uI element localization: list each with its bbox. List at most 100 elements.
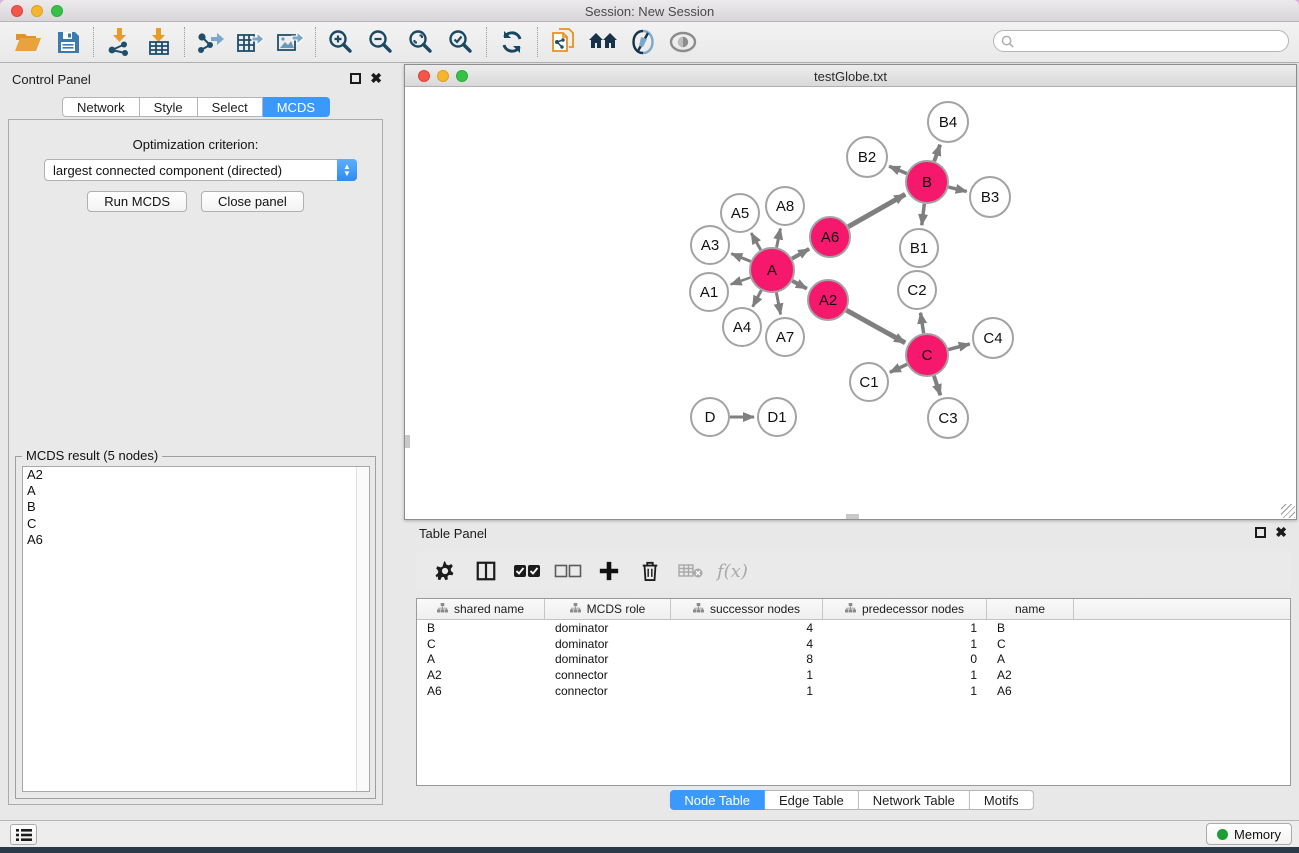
table-cell[interactable]: 0	[823, 652, 987, 666]
zoom-fit-icon[interactable]	[401, 25, 441, 59]
table-cell[interactable]: 1	[823, 684, 987, 698]
graph-node-B1[interactable]: B1	[900, 229, 938, 267]
table-cell[interactable]: 4	[671, 637, 823, 651]
graph-node-D1[interactable]: D1	[758, 398, 796, 436]
graph-edge-B-B4[interactable]	[934, 145, 940, 162]
show-column-icon[interactable]	[467, 555, 504, 587]
column-header-MCDS-role[interactable]: MCDS role	[545, 599, 671, 619]
column-header-predecessor-nodes[interactable]: predecessor nodes	[823, 599, 987, 619]
graph-edge-A6-B[interactable]	[848, 194, 905, 226]
table-cell[interactable]: dominator	[545, 652, 671, 666]
table-cell[interactable]: dominator	[545, 637, 671, 651]
graph-edge-C-C1[interactable]	[890, 364, 907, 372]
graph-edge-A-A4[interactable]	[753, 290, 762, 306]
table-cell[interactable]: A2	[987, 668, 1074, 682]
graph-node-C3[interactable]: C3	[928, 398, 968, 438]
graph-node-B2[interactable]: B2	[847, 137, 887, 177]
table-row[interactable]: A2connector11A2	[417, 667, 1290, 683]
table-cell[interactable]: A6	[417, 684, 545, 698]
close-table-panel-icon[interactable]: ✖	[1275, 527, 1287, 538]
graph-node-C4[interactable]: C4	[973, 318, 1013, 358]
import-table-icon[interactable]	[139, 25, 179, 59]
graph-edge-A-A8[interactable]	[777, 229, 781, 248]
graph-node-C[interactable]: C	[906, 334, 948, 376]
table-row[interactable]: Bdominator41B	[417, 620, 1290, 636]
graph-node-B4[interactable]: B4	[928, 102, 968, 142]
network-graph[interactable]: B4B2BB3A5A8A6A3B1AC2A1A2A4A7C4CC1C3DD1	[405, 87, 1296, 519]
table-cell[interactable]: 1	[671, 684, 823, 698]
tab-network-table[interactable]: Network Table	[859, 790, 970, 810]
tab-node-table[interactable]: Node Table	[669, 790, 765, 810]
table-cell[interactable]: dominator	[545, 621, 671, 635]
save-session-icon[interactable]	[48, 25, 88, 59]
mcds-result-item[interactable]: C	[23, 516, 369, 532]
search-input[interactable]	[1014, 34, 1288, 48]
export-network-icon[interactable]	[190, 25, 230, 59]
tab-network[interactable]: Network	[62, 97, 140, 117]
search-field[interactable]	[993, 30, 1289, 52]
vertical-scroll-nub[interactable]	[405, 435, 410, 448]
select-all-checkboxes-icon[interactable]	[508, 555, 545, 587]
graph-node-A5[interactable]: A5	[721, 194, 759, 232]
graph-edge-A-A5[interactable]	[751, 233, 760, 250]
graph-edge-C-C3[interactable]	[934, 376, 940, 395]
graph-edge-C-C4[interactable]	[948, 344, 969, 350]
table-cell[interactable]: A	[987, 652, 1074, 666]
table-cell[interactable]: A2	[417, 668, 545, 682]
memory-button[interactable]: Memory	[1206, 823, 1292, 845]
float-panel-icon[interactable]	[350, 73, 361, 84]
import-network-icon[interactable]	[99, 25, 139, 59]
table-cell[interactable]: 8	[671, 652, 823, 666]
delete-column-icon[interactable]	[631, 555, 668, 587]
hide-annotations-icon[interactable]	[623, 25, 663, 59]
table-row[interactable]: Adominator80A	[417, 651, 1290, 667]
graph-edge-A-A3[interactable]	[731, 254, 750, 262]
table-cell[interactable]: 1	[823, 637, 987, 651]
table-cell[interactable]: C	[987, 637, 1074, 651]
table-row[interactable]: A6connector11A6	[417, 683, 1290, 699]
tab-motifs[interactable]: Motifs	[970, 790, 1034, 810]
export-image-icon[interactable]	[270, 25, 310, 59]
graph-node-A7[interactable]: A7	[766, 318, 804, 356]
graph-edge-B-B3[interactable]	[948, 187, 966, 191]
table-cell[interactable]: C	[417, 637, 545, 651]
export-table-icon[interactable]	[230, 25, 270, 59]
graph-node-A2[interactable]: A2	[808, 280, 848, 320]
refresh-icon[interactable]	[492, 25, 532, 59]
float-table-panel-icon[interactable]	[1255, 527, 1266, 538]
graph-node-A8[interactable]: A8	[766, 187, 804, 225]
graph-node-A[interactable]: A	[750, 248, 794, 292]
column-header-shared-name[interactable]: shared name	[417, 599, 545, 619]
settings-gear-icon[interactable]	[426, 555, 463, 587]
table-cell[interactable]: 1	[823, 621, 987, 635]
graph-edge-C-C2[interactable]	[920, 313, 923, 334]
task-history-button[interactable]	[10, 824, 37, 845]
graph-edge-A-A1[interactable]	[731, 278, 751, 285]
delete-table-icon[interactable]	[672, 555, 709, 587]
table-cell[interactable]: 1	[671, 668, 823, 682]
tab-style[interactable]: Style	[140, 97, 198, 117]
table-row[interactable]: Cdominator41C	[417, 636, 1290, 652]
table-cell[interactable]: connector	[545, 684, 671, 698]
mcds-result-list[interactable]: A2ABCA6	[22, 466, 370, 792]
resize-grip-icon[interactable]	[1281, 504, 1295, 518]
function-builder-icon[interactable]: f(x)	[713, 561, 748, 582]
zoom-out-icon[interactable]	[361, 25, 401, 59]
horizontal-scroll-nub[interactable]	[846, 514, 859, 519]
close-panel-icon[interactable]: ✖	[370, 73, 382, 84]
graph-edge-B-B1[interactable]	[922, 204, 925, 225]
mcds-result-item[interactable]: A6	[23, 532, 369, 548]
show-graphics-details-icon[interactable]	[663, 25, 703, 59]
first-neighbors-icon[interactable]	[583, 25, 623, 59]
new-network-from-selection-icon[interactable]	[543, 25, 583, 59]
open-file-icon[interactable]	[8, 25, 48, 59]
graph-edge-B-B2[interactable]	[889, 166, 907, 173]
graph-node-A6[interactable]: A6	[810, 217, 850, 257]
graph-node-C1[interactable]: C1	[850, 363, 888, 401]
network-canvas[interactable]: B4B2BB3A5A8A6A3B1AC2A1A2A4A7C4CC1C3DD1	[405, 87, 1296, 519]
column-header-successor-nodes[interactable]: successor nodes	[671, 599, 823, 619]
network-window-titlebar[interactable]: testGlobe.txt	[405, 65, 1296, 87]
zoom-in-icon[interactable]	[321, 25, 361, 59]
graph-node-A3[interactable]: A3	[691, 226, 729, 264]
zoom-selected-icon[interactable]	[441, 25, 481, 59]
